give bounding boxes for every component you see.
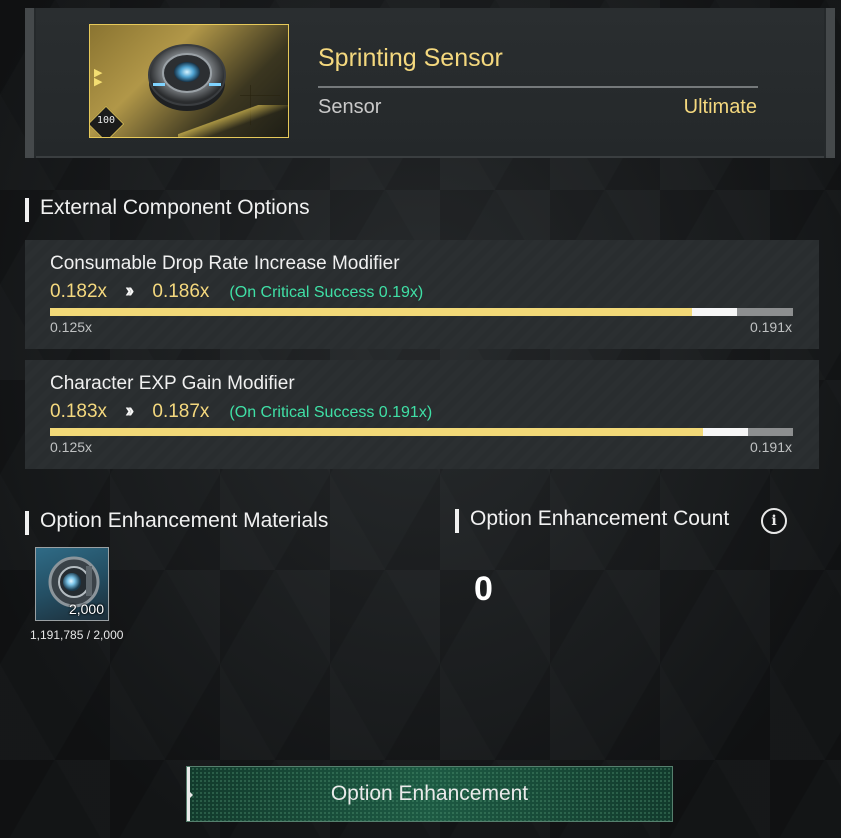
option-card: Consumable Drop Rate Increase Modifier 0… — [25, 240, 819, 349]
header-right-edge — [826, 8, 835, 158]
info-icon[interactable]: i — [761, 508, 787, 534]
option-values: 0.182x ›› 0.186x (On Critical Success 0.… — [50, 280, 423, 303]
option-enhancement-button[interactable]: Option Enhancement — [186, 766, 673, 822]
item-type: Sensor — [318, 96, 382, 118]
material-quantity: 2,000 — [68, 601, 104, 617]
range-min-label: 0.125x — [50, 319, 93, 335]
bar-gain-fill — [703, 428, 748, 436]
option-critical-value: (On Critical Success 0.191x) — [229, 404, 433, 421]
option-values: 0.183x ›› 0.187x (On Critical Success 0.… — [50, 400, 432, 423]
option-current-value: 0.183x — [50, 401, 108, 422]
header-left-edge — [25, 8, 34, 158]
material-slot[interactable]: 2,000 — [35, 547, 109, 621]
range-min-label: 0.125x — [50, 439, 93, 455]
bar-current-fill — [50, 428, 704, 436]
option-card: Character EXP Gain Modifier 0.183x ›› 0.… — [25, 360, 819, 469]
item-thumbnail: ▶ ▶ 100 — [89, 24, 289, 138]
level-text: 100 — [96, 115, 116, 126]
option-next-value: 0.187x — [152, 401, 210, 422]
button-edge-marker — [189, 791, 193, 799]
item-header-card: ▶ ▶ 100 Sprinting Sensor Sensor Ultimate — [25, 8, 835, 158]
section-title-enhancement-count: Option Enhancement Count — [455, 507, 729, 533]
option-name: Character EXP Gain Modifier — [50, 373, 295, 394]
bar-gain-fill — [691, 308, 737, 316]
range-max-label: 0.191x — [749, 319, 792, 335]
option-critical-value: (On Critical Success 0.19x) — [229, 284, 424, 301]
option-range-bar — [50, 428, 793, 436]
thumb-arrow-marks: ▶ ▶ — [94, 67, 103, 88]
range-max-label: 0.191x — [749, 439, 792, 455]
double-chevron-right-icon: ›› — [125, 280, 135, 302]
double-chevron-right-icon: ›› — [125, 400, 135, 422]
option-current-value: 0.182x — [50, 281, 108, 302]
option-name: Consumable Drop Rate Increase Modifier — [50, 253, 400, 274]
title-divider — [318, 86, 758, 88]
sensor-module-icon — [148, 44, 226, 111]
option-next-value: 0.186x — [152, 281, 210, 302]
section-title-external-options: External Component Options — [25, 196, 310, 222]
material-owned-count: 1,191,785 / 2,000 — [30, 628, 124, 642]
item-rarity: Ultimate — [683, 96, 757, 118]
section-title-materials: Option Enhancement Materials — [25, 509, 328, 535]
option-range-bar — [50, 308, 793, 316]
bar-current-fill — [50, 308, 692, 316]
option-enhancement-button-label: Option Enhancement — [330, 782, 529, 805]
header-inner: ▶ ▶ 100 — [36, 8, 824, 158]
item-name: Sprinting Sensor — [318, 44, 503, 72]
enhancement-count-value: 0 — [474, 570, 493, 608]
